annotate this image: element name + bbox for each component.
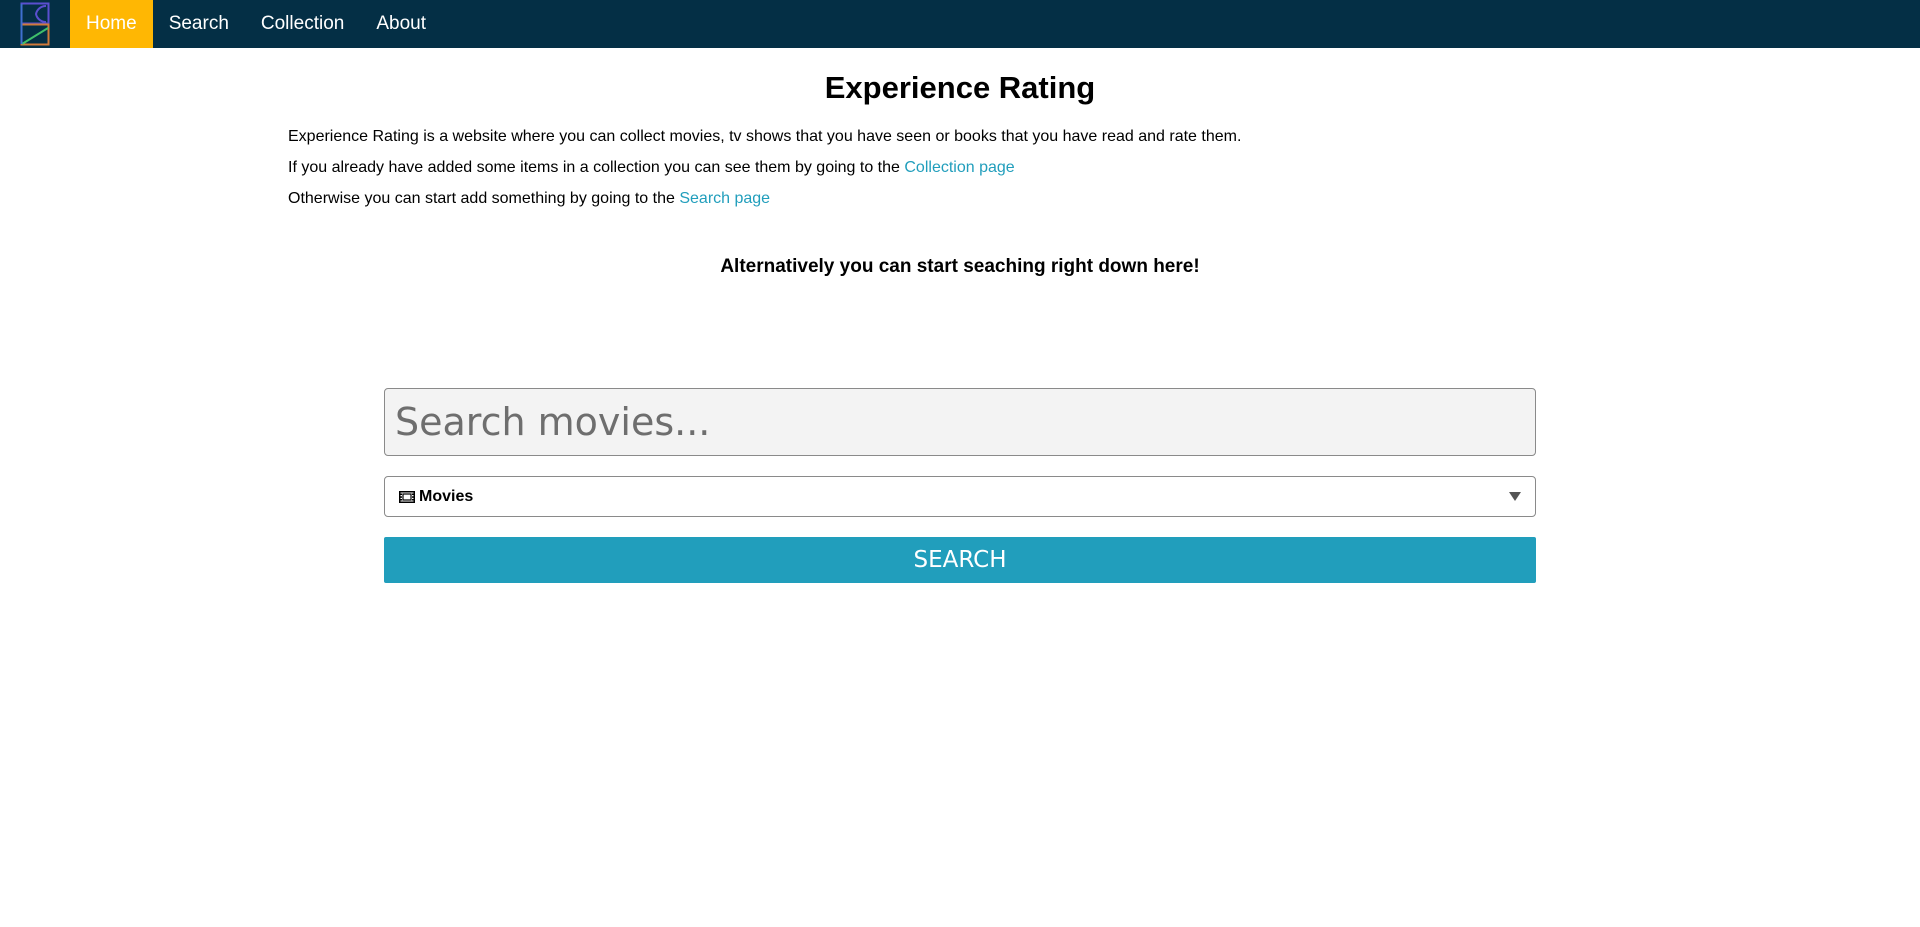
nav-about-label: About <box>376 13 426 34</box>
logo[interactable] <box>0 0 70 48</box>
search-box <box>384 388 1536 456</box>
search-page-link[interactable]: Search page <box>679 190 770 207</box>
collection-text: If you already have added some items in … <box>288 159 900 176</box>
collection-page-link[interactable]: Collection page <box>904 159 1014 176</box>
search-subheading: Alternatively you can start seaching rig… <box>720 256 1200 277</box>
nav-collection-label: Collection <box>260 13 345 34</box>
nav-about[interactable]: About <box>360 0 442 48</box>
nav-collection[interactable]: Collection <box>245 0 360 48</box>
search-input[interactable] <box>393 399 1527 445</box>
collection-paragraph: If you already have added some items in … <box>288 159 1015 177</box>
top-navbar: Home Search Collection About <box>0 0 1920 48</box>
search-button[interactable]: SEARCH <box>384 537 1536 583</box>
nav-search-label: Search <box>168 13 229 34</box>
nav-home[interactable]: Home <box>70 0 153 48</box>
film-icon <box>399 490 415 503</box>
page-title: Experience Rating <box>824 70 1096 105</box>
intro-text: Experience Rating is a website where you… <box>288 128 1242 145</box>
chevron-down-icon <box>1509 492 1521 501</box>
category-select[interactable]: Movies <box>384 476 1536 517</box>
nav-home-label: Home <box>86 13 137 34</box>
nav-search[interactable]: Search <box>153 0 245 48</box>
category-select-value: Movies <box>419 487 474 505</box>
logo-icon <box>20 2 50 46</box>
search-text: Otherwise you can start add something by… <box>288 190 675 207</box>
search-paragraph: Otherwise you can start add something by… <box>288 190 770 208</box>
